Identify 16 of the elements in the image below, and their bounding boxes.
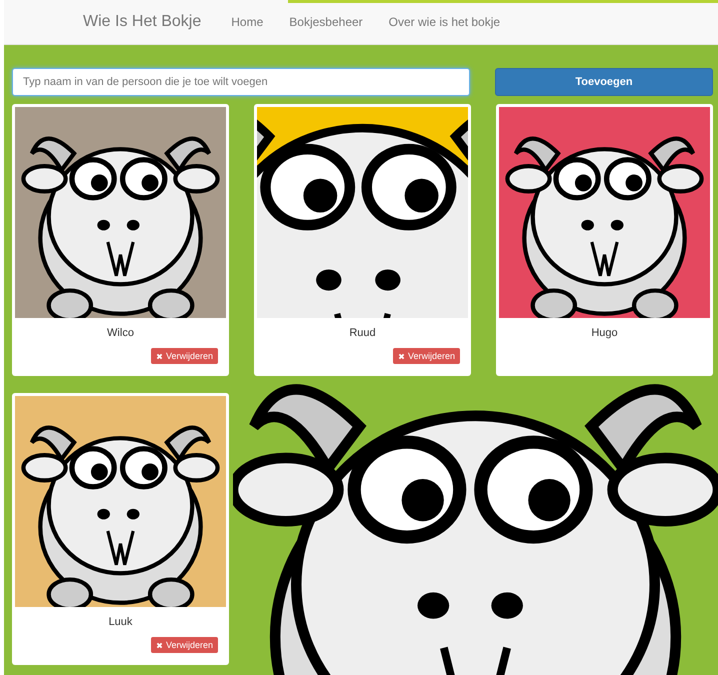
person-name: Wilco	[107, 327, 134, 339]
close-icon	[398, 352, 405, 360]
delete-button[interactable]: Verwijderen	[392, 348, 460, 364]
nav-link[interactable]: Over wie is het bokje	[388, 15, 500, 29]
person-name: Luuk	[108, 616, 132, 628]
person-name: Ruud	[349, 327, 376, 339]
add-button[interactable]: Toevoegen	[495, 68, 713, 96]
brand-title[interactable]: Wie Is Het Bokje	[83, 13, 202, 31]
close-icon	[156, 352, 163, 360]
person-name: Hugo	[591, 327, 618, 339]
close-icon	[156, 642, 163, 648]
delete-button[interactable]: Verwijderen	[150, 348, 218, 364]
nav-link[interactable]: Bokjesbeheer	[289, 15, 363, 29]
nav-link[interactable]: Home	[231, 15, 264, 29]
name-input[interactable]: Typ naam in van de persoon die je toe wilt voegen	[12, 68, 470, 96]
delete-button[interactable]: Verwijderen	[150, 637, 218, 653]
